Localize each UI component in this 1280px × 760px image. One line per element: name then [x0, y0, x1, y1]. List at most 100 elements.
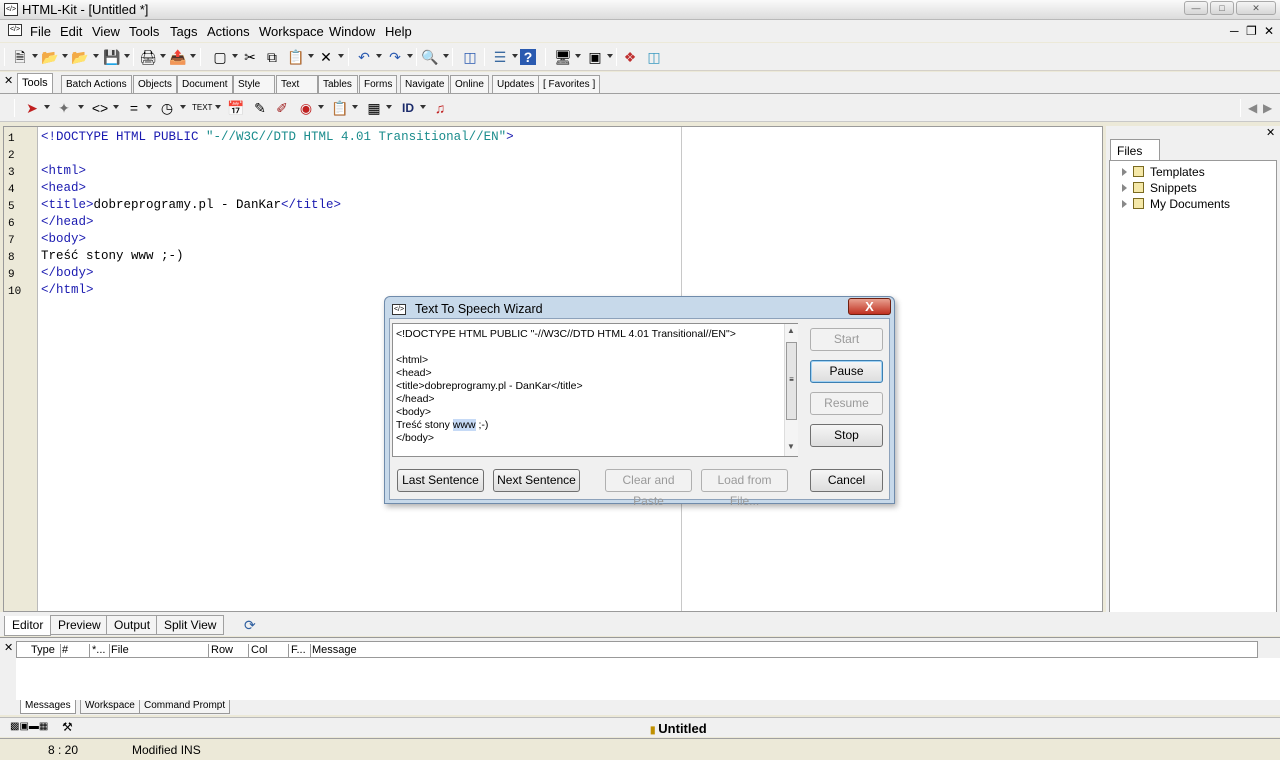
close-button[interactable]: ✕ — [1236, 1, 1276, 15]
speech-text-area[interactable]: <!DOCTYPE HTML PUBLIC "-//W3C//DTD HTML … — [392, 323, 798, 457]
brush-icon[interactable]: ✎ — [250, 98, 270, 118]
tab-files[interactable]: Files — [1110, 139, 1160, 161]
tab-tools[interactable]: Tools — [17, 73, 53, 94]
tab-navigate[interactable]: Navigate — [400, 75, 450, 93]
open-folder-icon[interactable]: 📂 — [40, 47, 60, 67]
stop-button[interactable]: Stop — [810, 424, 883, 447]
tree-item-templates[interactable]: Templates — [1122, 165, 1205, 179]
tab-forms[interactable]: Forms — [359, 75, 397, 93]
tab-text[interactable]: Text — [276, 75, 318, 93]
col-f[interactable]: F... — [291, 644, 311, 658]
tree-item-snippets[interactable]: Snippets — [1122, 181, 1197, 195]
col-col[interactable]: Col — [251, 644, 289, 658]
scroll-left-icon[interactable]: ◀ — [1248, 101, 1257, 115]
resume-button[interactable]: Resume — [810, 392, 883, 415]
menu-help[interactable]: Help — [385, 24, 412, 39]
pause-button[interactable]: Pause — [810, 360, 883, 383]
tab-split-view[interactable]: Split View — [156, 615, 225, 635]
tab-style[interactable]: Style — [233, 75, 275, 93]
col-star[interactable]: *... — [92, 644, 110, 658]
clipboard-icon[interactable]: 📋 — [330, 98, 350, 118]
menu-actions[interactable]: Actions — [207, 24, 250, 39]
col-message[interactable]: Message — [312, 644, 361, 658]
new-file-icon[interactable]: 🗎 — [10, 47, 30, 67]
tab-messages[interactable]: Messages — [20, 700, 76, 714]
menu-tags[interactable]: Tags — [170, 24, 197, 39]
mdi-minimize-button[interactable]: ─ — [1230, 24, 1239, 38]
tab-favorites[interactable]: [ Favorites ] — [538, 75, 601, 93]
tab-online[interactable]: Online — [450, 75, 489, 93]
close-toolbar-icon[interactable]: ✕ — [4, 74, 13, 87]
scroll-thumb[interactable]: ≡ — [786, 342, 797, 420]
tab-command-prompt[interactable]: Command Prompt — [139, 700, 231, 714]
help-icon[interactable]: ? — [520, 49, 536, 65]
scroll-down-icon[interactable]: ▼ — [787, 442, 795, 451]
equals-icon[interactable]: = — [124, 98, 144, 118]
tag-wizard-icon[interactable]: ➤ — [22, 98, 42, 118]
scroll-up-icon[interactable]: ▲ — [787, 326, 795, 335]
minimize-button[interactable]: — — [1184, 1, 1208, 15]
tree-item-my-documents[interactable]: My Documents — [1122, 197, 1230, 211]
tab-workspace[interactable]: Workspace — [80, 700, 140, 714]
window-icon[interactable]: ▣ — [585, 47, 605, 67]
doc-switcher-icons[interactable]: ▩▣▬▦ — [10, 721, 48, 732]
cut-icon[interactable]: ✂ — [240, 47, 260, 67]
document-tab-untitled[interactable]: ▮ Untitled — [650, 721, 707, 736]
load-from-file-button[interactable]: Load from File... — [701, 469, 788, 508]
undo-icon[interactable]: ↶ — [354, 47, 374, 67]
tab-tables[interactable]: Tables — [318, 75, 358, 93]
magic-icon[interactable]: ✦ — [54, 98, 74, 118]
paste-icon[interactable]: 📋 — [286, 47, 306, 67]
mdi-close-button[interactable]: ✕ — [1264, 24, 1274, 38]
close-messages-icon[interactable]: ✕ — [4, 641, 13, 654]
split-icon[interactable]: ◫ — [644, 47, 664, 67]
eyedropper-icon[interactable]: ✐ — [272, 98, 292, 118]
tab-objects[interactable]: Objects — [133, 75, 177, 93]
cancel-button[interactable]: Cancel — [810, 469, 883, 492]
select-icon[interactable]: ▢ — [210, 47, 230, 67]
col-file[interactable]: File — [111, 644, 209, 658]
tab-updates[interactable]: Updates — [492, 75, 540, 93]
plugin-icon[interactable]: ❖ — [620, 47, 640, 67]
save-icon[interactable]: 💾 — [102, 47, 122, 67]
menu-edit[interactable]: Edit — [60, 24, 82, 39]
tree-icon[interactable]: ☰ — [490, 47, 510, 67]
menu-window[interactable]: Window — [329, 24, 375, 39]
tab-document[interactable]: Document — [177, 75, 233, 93]
copy-icon[interactable]: ⧉ — [262, 47, 282, 67]
layout-icon[interactable]: ◫ — [460, 47, 480, 67]
menu-view[interactable]: View — [92, 24, 120, 39]
text-icon[interactable]: TEXT — [192, 98, 212, 118]
refresh-icon[interactable]: ⟳ — [244, 617, 256, 634]
calendar-icon[interactable]: 📅 — [226, 98, 246, 118]
close-panel-icon[interactable]: ✕ — [1266, 126, 1275, 139]
col-type[interactable]: Type — [31, 644, 61, 658]
col-row[interactable]: Row — [211, 644, 249, 658]
menu-file[interactable]: File — [30, 24, 51, 39]
clock-icon[interactable]: ◷ — [157, 98, 177, 118]
table-icon[interactable]: ▦ — [364, 98, 384, 118]
next-sentence-button[interactable]: Next Sentence — [493, 469, 580, 492]
delete-icon[interactable]: ✕ — [316, 47, 336, 67]
clear-and-paste-button[interactable]: Clear and Paste — [605, 469, 692, 508]
tab-batch-actions[interactable]: Batch Actions — [61, 75, 132, 93]
id-icon[interactable]: ID — [398, 98, 418, 118]
maximize-button[interactable]: □ — [1210, 1, 1234, 15]
start-button[interactable]: Start — [810, 328, 883, 351]
mdi-restore-button[interactable]: ❐ — [1246, 24, 1257, 38]
tab-output[interactable]: Output — [106, 615, 159, 635]
preview-icon[interactable]: 🖥 — [553, 47, 573, 67]
tab-editor[interactable]: Editor — [4, 616, 52, 636]
print-icon[interactable]: 🖨 — [138, 47, 158, 67]
speech-icon[interactable]: ♫ — [430, 98, 450, 118]
publish-icon[interactable]: 📤 — [168, 47, 188, 67]
scroll-right-icon[interactable]: ▶ — [1263, 101, 1272, 115]
find-icon[interactable]: 🔍 — [420, 47, 440, 67]
redo-icon[interactable]: ↷ — [385, 47, 405, 67]
menu-tools[interactable]: Tools — [129, 24, 159, 39]
open-recent-icon[interactable]: 📂 — [70, 47, 90, 67]
code-brackets-icon[interactable]: <> — [90, 98, 110, 118]
dialog-close-button[interactable]: X — [848, 298, 891, 315]
tab-preview[interactable]: Preview — [50, 615, 109, 635]
vertical-scrollbar[interactable]: ▲ ≡ ▼ — [784, 324, 798, 456]
